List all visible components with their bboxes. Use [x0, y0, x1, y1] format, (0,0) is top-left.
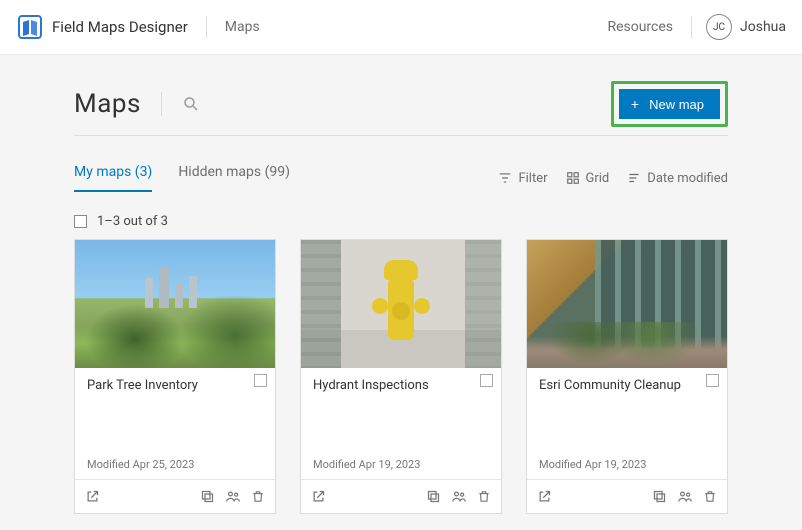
new-map-button[interactable]: + New map	[619, 89, 720, 119]
duplicate-icon	[426, 489, 441, 504]
card-modified: Modified Apr 19, 2023	[527, 458, 727, 479]
sort-icon	[627, 171, 641, 185]
app-title: Field Maps Designer	[52, 18, 188, 36]
top-bar: Field Maps Designer Maps Resources JC Jo…	[0, 0, 802, 55]
view-grid-button[interactable]: Grid	[566, 171, 610, 186]
delete-button[interactable]	[477, 489, 491, 504]
divider	[691, 16, 692, 38]
app-logo-icon	[18, 15, 42, 39]
card-checkbox[interactable]	[706, 374, 719, 387]
delete-button[interactable]	[703, 489, 717, 504]
card-actions	[75, 479, 275, 513]
page-header: Maps + New map	[74, 81, 728, 136]
open-button[interactable]	[537, 489, 552, 504]
card-title: Esri Community Cleanup	[539, 378, 715, 393]
map-card[interactable]: Esri Community Cleanup Modified Apr 19, …	[526, 239, 728, 514]
map-card[interactable]: Hydrant Inspections Modified Apr 19, 202…	[300, 239, 502, 514]
card-checkbox[interactable]	[480, 374, 493, 387]
avatar[interactable]: JC	[706, 14, 732, 40]
duplicate-icon	[652, 489, 667, 504]
card-checkbox[interactable]	[254, 374, 267, 387]
nav-resources[interactable]: Resources	[607, 19, 673, 35]
divider	[206, 16, 207, 38]
card-modified: Modified Apr 19, 2023	[301, 458, 501, 479]
filter-label: Filter	[518, 171, 547, 186]
people-icon	[225, 489, 241, 504]
delete-button[interactable]	[251, 489, 265, 504]
open-icon	[311, 489, 326, 504]
people-icon	[451, 489, 467, 504]
card-title: Park Tree Inventory	[87, 378, 263, 393]
sort-label: Date modified	[647, 171, 728, 186]
content: Maps + New map My maps (3) Hidden maps (…	[0, 55, 802, 514]
trash-icon	[251, 489, 265, 504]
card-title: Hydrant Inspections	[313, 378, 489, 393]
share-button[interactable]	[225, 489, 241, 504]
open-icon	[537, 489, 552, 504]
share-button[interactable]	[451, 489, 467, 504]
new-map-highlight: + New map	[611, 81, 728, 127]
card-modified: Modified Apr 25, 2023	[75, 458, 275, 479]
trash-icon	[477, 489, 491, 504]
card-actions	[527, 479, 727, 513]
open-icon	[85, 489, 100, 504]
grid-icon	[566, 171, 580, 185]
select-all-checkbox[interactable]	[74, 215, 87, 228]
duplicate-icon	[200, 489, 215, 504]
search-button[interactable]	[182, 95, 200, 113]
page-title: Maps	[74, 89, 141, 119]
card-actions	[301, 479, 501, 513]
plus-icon: +	[631, 96, 639, 112]
tab-my-maps[interactable]: My maps (3)	[74, 164, 152, 192]
open-button[interactable]	[85, 489, 100, 504]
duplicate-button[interactable]	[200, 489, 215, 504]
filter-icon	[498, 171, 512, 185]
selection-count: 1–3 out of 3	[97, 214, 168, 229]
card-thumbnail	[527, 240, 727, 368]
card-thumbnail	[301, 240, 501, 368]
sort-button[interactable]: Date modified	[627, 171, 728, 186]
grid-label: Grid	[586, 171, 610, 186]
nav-maps[interactable]: Maps	[225, 19, 260, 35]
trash-icon	[703, 489, 717, 504]
duplicate-button[interactable]	[426, 489, 441, 504]
new-map-label: New map	[649, 97, 704, 112]
filter-button[interactable]: Filter	[498, 171, 547, 186]
share-button[interactable]	[677, 489, 693, 504]
duplicate-button[interactable]	[652, 489, 667, 504]
people-icon	[677, 489, 693, 504]
cards-grid: Park Tree Inventory Modified Apr 25, 202…	[74, 239, 728, 514]
map-card[interactable]: Park Tree Inventory Modified Apr 25, 202…	[74, 239, 276, 514]
divider	[161, 92, 162, 116]
tab-hidden-maps[interactable]: Hidden maps (99)	[178, 164, 290, 192]
card-thumbnail	[75, 240, 275, 368]
search-icon	[182, 95, 200, 113]
username[interactable]: Joshua	[740, 19, 786, 35]
tabs-row: My maps (3) Hidden maps (99) Filter Grid…	[74, 164, 728, 192]
open-button[interactable]	[311, 489, 326, 504]
selection-row: 1–3 out of 3	[74, 214, 728, 229]
